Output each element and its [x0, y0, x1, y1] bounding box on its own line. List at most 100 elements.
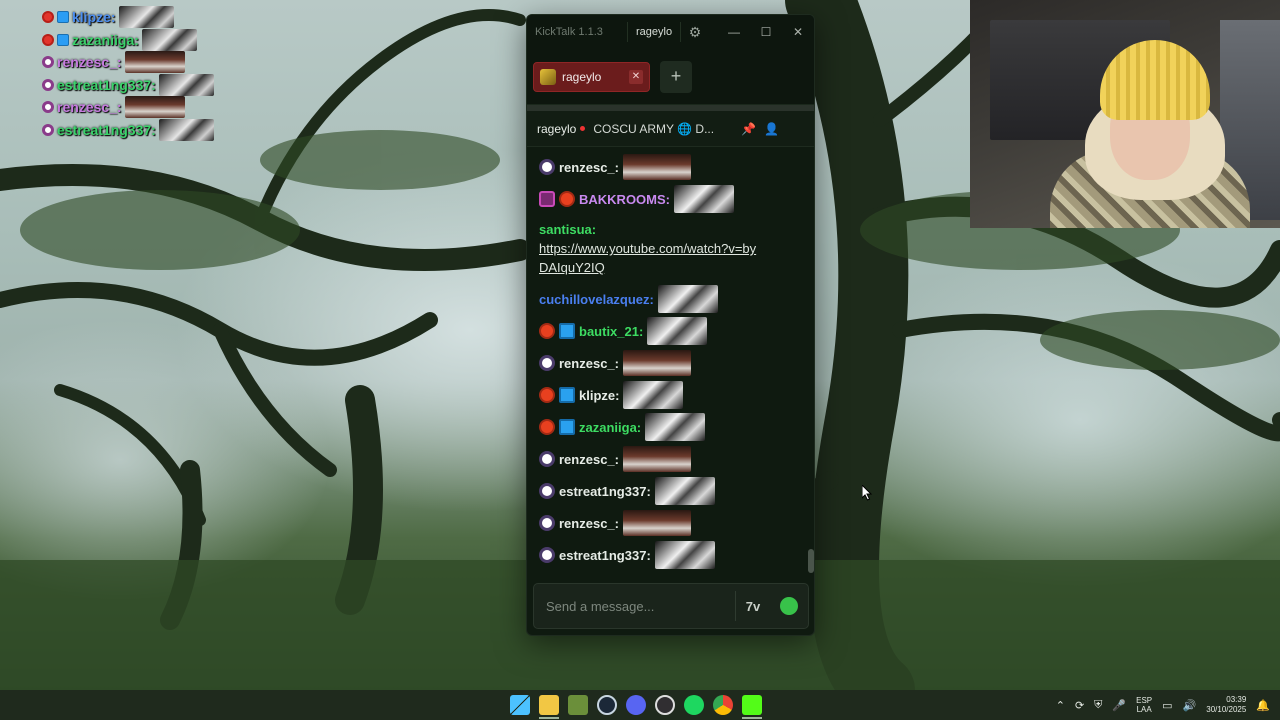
chat-username[interactable]: zazaniiga:	[579, 420, 641, 435]
red-badge-icon	[559, 191, 575, 207]
running-indicator	[742, 717, 762, 719]
chat-message: klipze:	[539, 379, 804, 411]
7tv-emote-button[interactable]: 7v	[736, 599, 770, 614]
app-name: KickTalk 1.1.3	[535, 26, 603, 38]
cube-badge-icon	[559, 419, 575, 435]
system-tray: ⌃ ⟳ ⛨ 🎤 ESP LAA ▭ 🔊 03:39 30/10/2025 🔔	[1056, 690, 1270, 720]
emote-image	[158, 73, 214, 96]
sync-icon[interactable]: ⟳	[1075, 699, 1084, 712]
emote-image	[654, 541, 715, 569]
overlay-chat-row: estreat1ng337:	[42, 73, 262, 97]
emote-image	[657, 285, 718, 313]
chat-username[interactable]: cuchillovelazquez:	[539, 292, 654, 307]
7tv-badge-icon	[539, 191, 555, 207]
ring-badge-icon	[42, 78, 54, 91]
red-badge-icon	[539, 419, 555, 435]
ring-badge-icon	[42, 101, 54, 114]
chevron-up-icon[interactable]: ⌃	[1056, 699, 1065, 712]
add-tab-button[interactable]: +	[660, 60, 692, 93]
chrome-icon[interactable]	[713, 695, 733, 715]
live-indicator	[580, 126, 586, 131]
spotify-icon[interactable]	[684, 695, 704, 715]
chat-username[interactable]: renzesc_:	[559, 452, 619, 467]
steam-icon[interactable]	[597, 695, 617, 715]
emote-image	[622, 510, 691, 536]
red-badge-icon	[539, 323, 555, 339]
kicktalk-window: KickTalk 1.1.3 rageylo ⚙ — ☐ ✕ rageylo ✕…	[526, 14, 815, 636]
message-link[interactable]: https://www.youtube.com/watch?v=byDAIquY…	[539, 239, 759, 277]
taskbar: ⌃ ⟳ ⛨ 🎤 ESP LAA ▭ 🔊 03:39 30/10/2025 🔔	[0, 690, 1280, 720]
cube-badge-icon	[57, 11, 69, 24]
close-button[interactable]: ✕	[782, 25, 814, 39]
overlay-chat-row: renzesc_:	[42, 96, 262, 119]
clock-time: 03:39	[1226, 695, 1247, 704]
file-explorer-icon[interactable]	[539, 695, 559, 715]
obs-icon[interactable]	[655, 695, 675, 715]
chat-message: estreat1ng337:	[539, 475, 804, 507]
network-icon[interactable]: ▭	[1162, 699, 1172, 712]
tab-label: rageylo	[562, 69, 602, 84]
running-indicator	[539, 717, 559, 719]
chat-message: estreat1ng337:	[539, 539, 804, 571]
red-badge-icon	[539, 387, 555, 403]
kicktalk-icon[interactable]	[742, 695, 762, 715]
chat-username[interactable]: santisua:	[539, 222, 596, 237]
chat-username[interactable]: BAKKROOMS:	[579, 192, 670, 207]
chat-message: renzesc_:	[539, 443, 804, 475]
emote-image	[141, 28, 197, 51]
clock[interactable]: 03:39 30/10/2025	[1206, 695, 1246, 715]
shield-icon[interactable]: ⛨	[1094, 699, 1102, 712]
chat-message: cuchillovelazquez:	[539, 283, 804, 315]
maximize-button[interactable]: ☐	[750, 25, 782, 39]
emote-image	[654, 477, 715, 505]
kick-emote-icon[interactable]	[780, 597, 798, 615]
ring-badge-icon	[539, 515, 555, 531]
message-composer: 7v	[533, 583, 809, 629]
cube-badge-icon	[57, 33, 69, 46]
chat-message: zazaniiga:	[539, 411, 804, 443]
chat-username[interactable]: renzesc_:	[559, 516, 619, 531]
webcam-feed	[970, 0, 1280, 228]
chat-message: renzesc_:	[539, 507, 804, 539]
chat-username[interactable]: bautix_21:	[579, 324, 643, 339]
settings-gear-icon[interactable]: ⚙	[681, 24, 709, 41]
overlay-chat-row: klipze:	[42, 6, 262, 29]
emote-image	[645, 413, 706, 441]
chat-username[interactable]: renzesc_:	[559, 356, 619, 371]
message-input[interactable]	[534, 598, 735, 614]
tab-rageylo[interactable]: rageylo ✕	[533, 61, 650, 92]
chat-username[interactable]: klipze:	[579, 388, 619, 403]
chat-username[interactable]: estreat1ng337:	[559, 484, 651, 499]
discord-icon[interactable]	[626, 695, 646, 715]
minecraft-icon[interactable]	[568, 695, 588, 715]
red-badge-icon	[42, 33, 54, 46]
title-bar[interactable]: KickTalk 1.1.3 rageylo ⚙ — ☐ ✕	[527, 15, 814, 49]
channel-tabs: rageylo ✕ +	[527, 49, 814, 105]
windows-start-icon[interactable]	[510, 695, 530, 715]
overlay-chat-row: zazaniiga:	[42, 28, 262, 52]
minimize-button[interactable]: —	[718, 25, 750, 39]
chat-messages[interactable]: renzesc_: BAKKROOMS: santisua: https://w…	[527, 151, 814, 587]
ring-badge-icon	[42, 123, 54, 136]
overlay-username: estreat1ng337:	[57, 76, 156, 93]
account-button[interactable]: rageylo	[627, 22, 682, 42]
chat-username[interactable]: renzesc_:	[559, 160, 619, 175]
language-indicator[interactable]: ESP LAA	[1136, 696, 1152, 714]
notifications-icon[interactable]: 🔔	[1256, 699, 1270, 712]
clock-date: 30/10/2025	[1206, 705, 1247, 714]
language-code: ESP	[1136, 696, 1153, 705]
chat-message: bautix_21:	[539, 315, 804, 347]
volume-icon[interactable]: 🔊	[1183, 699, 1197, 712]
overlay-username: klipze:	[72, 9, 116, 26]
emote-image	[622, 446, 691, 472]
chat-username[interactable]: estreat1ng337:	[559, 548, 651, 563]
chat-message: santisua: https://www.youtube.com/watch?…	[539, 215, 804, 283]
emote-image	[623, 381, 684, 409]
pin-icon[interactable]: 📌	[741, 122, 756, 136]
user-list-icon[interactable]: 👤	[764, 122, 779, 136]
chat-scrollbar[interactable]	[808, 549, 814, 573]
overlay-username: renzesc_:	[57, 99, 122, 116]
tab-close-icon[interactable]: ✕	[629, 69, 643, 84]
microphone-icon[interactable]: 🎤	[1112, 699, 1126, 712]
ring-badge-icon	[42, 56, 54, 69]
